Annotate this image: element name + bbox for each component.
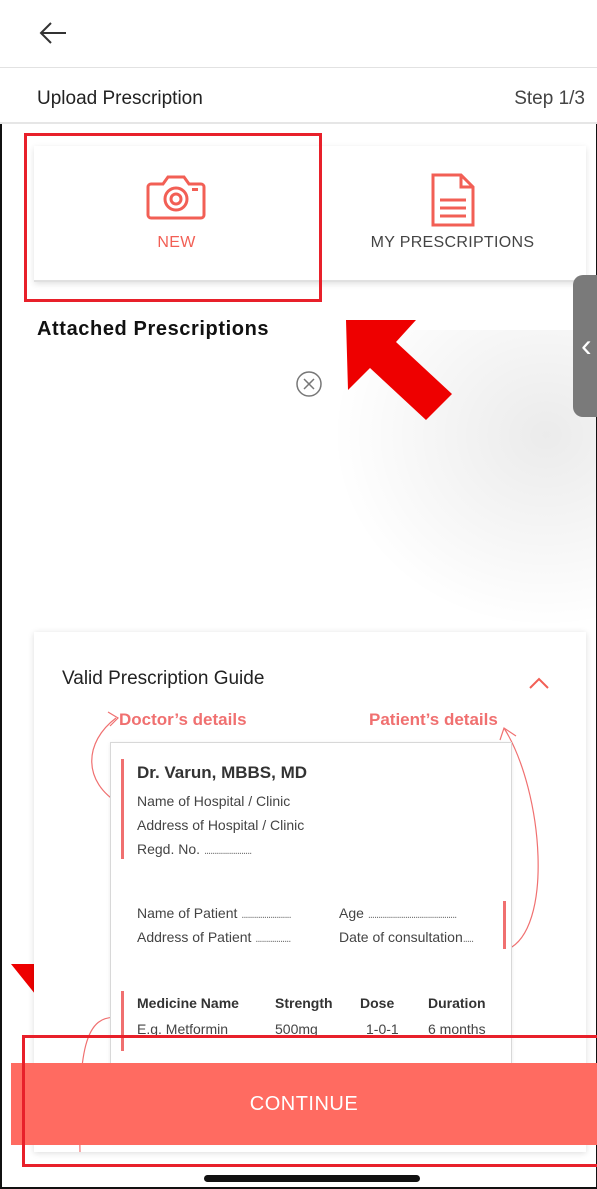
remove-attachment-icon[interactable] <box>294 369 324 399</box>
chevron-left-icon: ‹ <box>581 327 592 363</box>
sample-doctor-name: Dr. Varun, MBBS, MD <box>137 763 308 782</box>
annotation-arrow-up-left-icon <box>346 320 452 420</box>
sample-hospital-address: Address of Hospital / Clinic <box>137 817 305 833</box>
guide-title: Valid Prescription Guide <box>62 668 265 689</box>
sample-regd-label: Regd. No. <box>137 841 201 857</box>
sample-patient-name-label: Name of Patient <box>137 905 238 921</box>
home-indicator <box>204 1175 420 1182</box>
patient-section-marker <box>503 901 506 949</box>
top-bar <box>0 0 597 68</box>
document-icon <box>431 173 474 227</box>
table-header: Medicine Name <box>137 995 239 1011</box>
doctor-section-marker <box>121 759 124 859</box>
page-title: Upload Prescription <box>37 88 203 109</box>
sample-patient-address-label: Address of Patient <box>137 929 252 945</box>
annotation-highlight-continue <box>22 1035 597 1167</box>
sample-regd-row: Regd. No. ....................... <box>137 841 252 857</box>
sample-date-label: Date of consultation <box>339 929 463 945</box>
sample-patient-address-row: Address of Patient ................. <box>137 929 291 945</box>
sample-age-row: Age ....................................… <box>339 905 457 921</box>
sample-date-row: Date of consultation..... <box>339 929 474 945</box>
sample-age-label: Age <box>339 905 364 921</box>
tab-my-prescriptions[interactable]: MY PRESCRIPTIONS <box>319 146 586 282</box>
table-header: Duration <box>428 995 486 1011</box>
header: Upload Prescription Step 1/3 <box>0 68 597 124</box>
attached-prescriptions-title: Attached Prescriptions <box>37 318 270 340</box>
doctor-details-label: Doctor’s details <box>119 710 247 729</box>
table-header: Strength <box>275 995 333 1011</box>
step-indicator: Step 1/3 <box>514 88 585 109</box>
tab-my-prescriptions-label: MY PRESCRIPTIONS <box>370 234 535 251</box>
patient-details-label: Patient’s details <box>369 710 498 729</box>
chevron-up-icon[interactable] <box>528 676 550 690</box>
annotation-highlight-new <box>24 133 322 302</box>
side-drawer-handle[interactable]: ‹ <box>573 275 597 417</box>
sample-hospital-name: Name of Hospital / Clinic <box>137 793 291 809</box>
back-arrow-icon[interactable] <box>36 16 70 50</box>
sample-patient-name-row: Name of Patient ........................ <box>137 905 292 921</box>
table-header: Dose <box>360 995 395 1011</box>
